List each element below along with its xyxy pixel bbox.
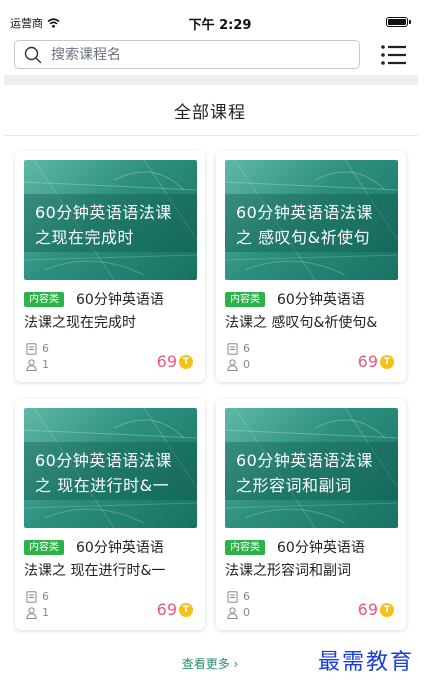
thumbnail-title-line1: 60分钟英语语法课 — [35, 451, 172, 470]
course-card[interactable]: 60分钟英语语法课 之形容词和副词 内容类 60分钟英语语 法课之形容词和副词 … — [216, 399, 406, 630]
thumbnail-title-line1: 60分钟英语语法课 — [236, 203, 373, 222]
price: 69 T — [157, 600, 193, 619]
course-card[interactable]: 60分钟英语语法课 之现在完成时 内容类 60分钟英语语 法课之现在完成时 6 … — [15, 151, 205, 382]
search-row — [0, 40, 440, 72]
content-tag: 内容类 — [24, 291, 64, 307]
course-title-line2: 法课之 感叹句&祈使句& — [225, 315, 378, 331]
thumbnail-title-line2: 之现在完成时 — [35, 228, 135, 247]
course-thumbnail: 60分钟英语语法课 之现在完成时 — [24, 160, 197, 280]
list-menu-button[interactable] — [380, 42, 408, 68]
course-thumbnail: 60分钟英语语法课 之 感叹句&祈使句 — [225, 160, 398, 280]
course-title-line2: 法课之 现在进行时&一 — [24, 563, 166, 579]
price-value: 69 — [357, 352, 378, 371]
book-icon — [26, 590, 37, 603]
course-title-line1: 60分钟英语语 — [277, 540, 365, 556]
student-count: 0 — [243, 606, 250, 619]
student-count: 1 — [42, 606, 49, 619]
course-card[interactable]: 60分钟英语语法课 之 现在进行时&一 内容类 60分钟英语语 法课之 现在进行… — [15, 399, 205, 630]
course-title-line1: 60分钟英语语 — [76, 292, 164, 308]
lesson-count: 6 — [243, 342, 250, 355]
lesson-count: 6 — [42, 590, 49, 603]
thumbnail-title-line2: 之形容词和副词 — [236, 476, 352, 495]
user-icon — [227, 358, 238, 371]
thumbnail-title-line1: 60分钟英语语法课 — [35, 203, 172, 222]
course-card[interactable]: 60分钟英语语法课 之 感叹句&祈使句 内容类 60分钟英语语 法课之 感叹句&… — [216, 151, 406, 382]
coin-icon: T — [380, 602, 394, 617]
section-title: 全部课程 — [174, 103, 246, 123]
course-title-row: 内容类 60分钟英语语 — [24, 537, 164, 557]
student-count-row: 0 — [227, 358, 250, 371]
lesson-count-row: 6 — [26, 342, 49, 355]
price: 69 T — [358, 352, 394, 371]
student-count-row: 0 — [227, 606, 250, 619]
course-thumbnail: 60分钟英语语法课 之形容词和副词 — [225, 408, 398, 528]
book-icon — [227, 342, 238, 355]
course-title-row: 内容类 60分钟英语语 — [225, 289, 365, 309]
search-input[interactable] — [51, 46, 341, 63]
watermark: 最需教育 — [318, 650, 415, 675]
lesson-count-row: 6 — [227, 590, 250, 603]
lesson-count: 6 — [42, 342, 49, 355]
student-count-row: 1 — [26, 606, 49, 619]
student-count: 1 — [42, 358, 49, 371]
header-separator — [4, 75, 418, 85]
lesson-count-row: 6 — [227, 342, 250, 355]
price: 69 T — [157, 352, 193, 371]
thumbnail-title-line2: 之 感叹句&祈使句 — [236, 228, 371, 247]
coin-icon: T — [179, 354, 193, 369]
price-value: 69 — [156, 600, 177, 619]
course-title-line2: 法课之现在完成时 — [24, 315, 136, 331]
course-title-row: 内容类 60分钟英语语 — [225, 537, 365, 557]
course-thumbnail: 60分钟英语语法课 之 现在进行时&一 — [24, 408, 197, 528]
course-title-line1: 60分钟英语语 — [277, 292, 365, 308]
section-divider — [4, 135, 418, 136]
battery-icon — [386, 17, 411, 27]
thumbnail-title-line2: 之 现在进行时&一 — [35, 476, 170, 495]
lesson-count: 6 — [243, 590, 250, 603]
course-list-page: 运营商 下午 2:29 搜索课程名 全部课程 60分钟英语语法课 之现在完成时 … — [0, 0, 440, 690]
book-icon — [26, 342, 37, 355]
course-title-line2: 法课之形容词和副词 — [225, 563, 351, 579]
content-tag: 内容类 — [24, 539, 64, 555]
student-count-row: 1 — [26, 358, 49, 371]
user-icon — [227, 606, 238, 619]
student-count: 0 — [243, 358, 250, 371]
course-title-line1: 60分钟英语语 — [76, 540, 164, 556]
content-tag: 内容类 — [225, 539, 265, 555]
user-icon — [26, 606, 37, 619]
list-menu-icon — [381, 45, 406, 65]
price-value: 69 — [357, 600, 378, 619]
thumbnail-title-line1: 60分钟英语语法课 — [236, 451, 373, 470]
content-tag: 内容类 — [225, 291, 265, 307]
book-icon — [227, 590, 238, 603]
user-icon — [26, 358, 37, 371]
lesson-count-row: 6 — [26, 590, 49, 603]
course-title-row: 内容类 60分钟英语语 — [24, 289, 164, 309]
coin-icon: T — [179, 602, 193, 617]
coin-icon: T — [380, 354, 394, 369]
price: 69 T — [358, 600, 394, 619]
status-bar: 运营商 下午 2:29 — [0, 0, 440, 36]
price-value: 69 — [156, 352, 177, 371]
search-icon — [15, 46, 51, 64]
status-time: 下午 2:29 — [188, 18, 252, 33]
search-box[interactable] — [14, 40, 360, 69]
